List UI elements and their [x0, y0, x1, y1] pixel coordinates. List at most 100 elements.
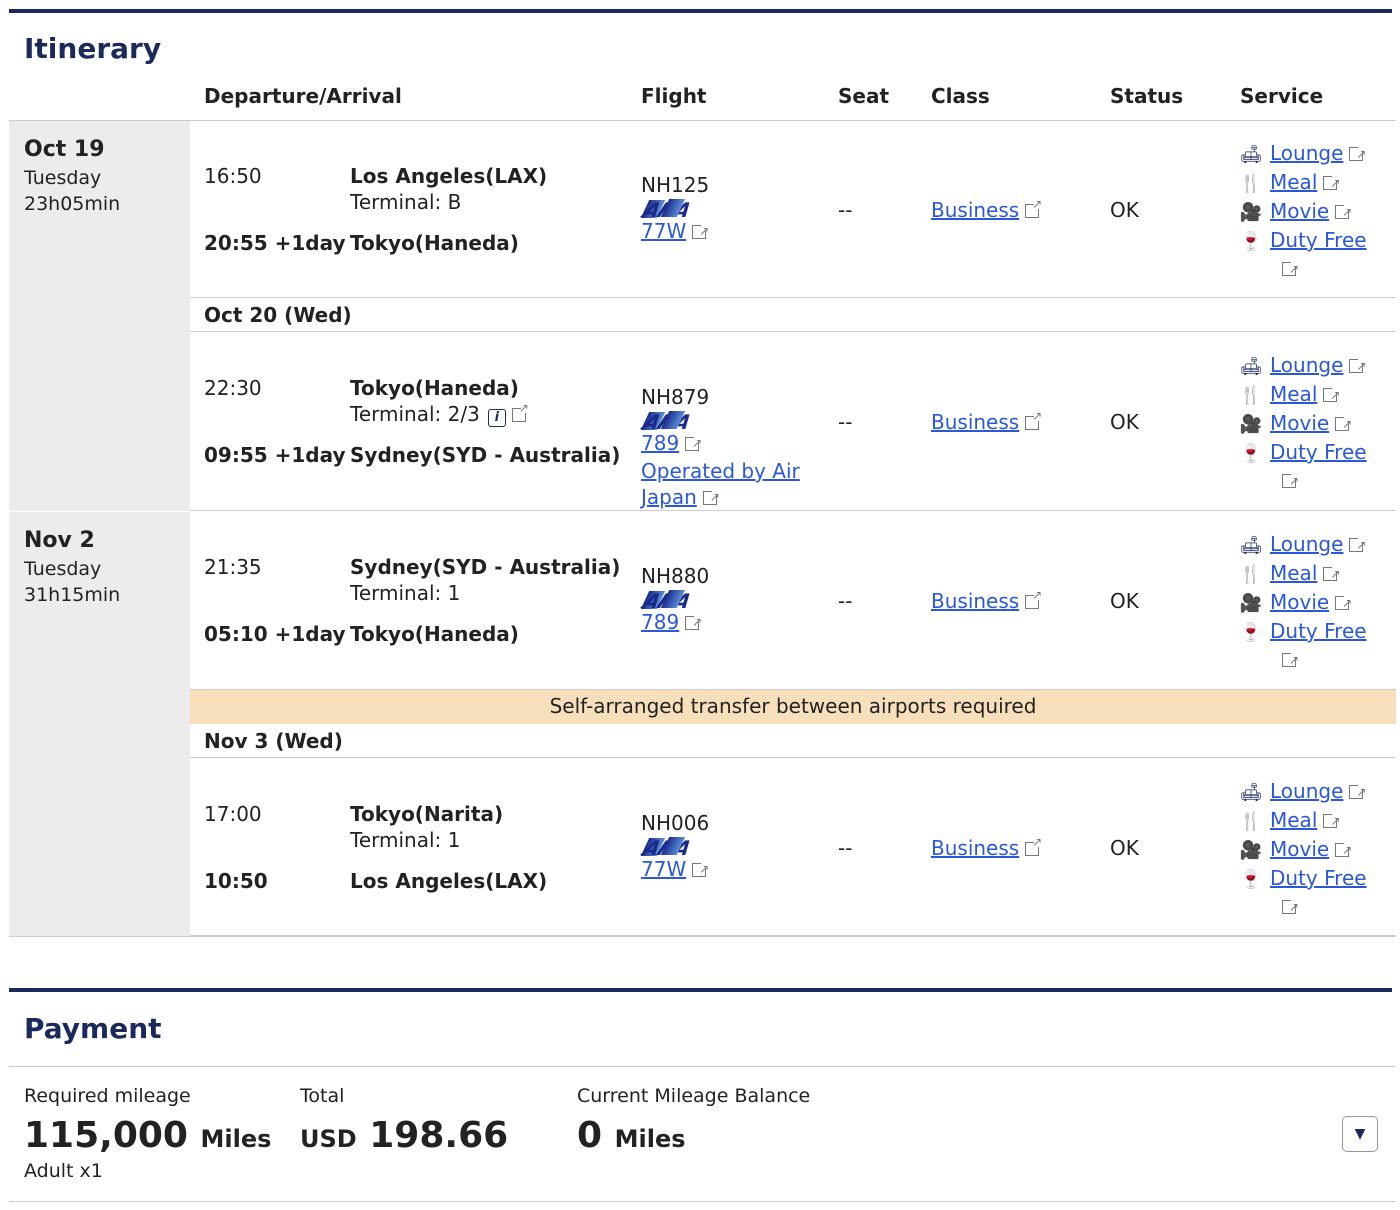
departure-time: 21:35	[204, 555, 262, 579]
service-meal[interactable]: 🍴 Meal	[1238, 168, 1367, 198]
departure-city: Sydney(SYD - Australia)	[350, 555, 621, 579]
group-date: Nov 2	[24, 528, 95, 553]
terminal: Terminal: 2/3 i	[350, 401, 529, 427]
service-lounge[interactable]: 🛋 Lounge	[1238, 351, 1367, 381]
service-link[interactable]: Lounge	[1270, 779, 1343, 803]
external-link-icon[interactable]	[511, 401, 529, 422]
total-label: Total	[300, 1085, 345, 1107]
expand-dropdown-button[interactable]: ▼	[1342, 1116, 1378, 1152]
status: OK	[1110, 410, 1139, 434]
external-link-icon	[685, 430, 702, 456]
duty-free-icon: 🍷	[1239, 443, 1263, 464]
service-duty-free[interactable]: 🍷 Duty Free	[1238, 617, 1367, 646]
external-link-icon[interactable]	[1282, 255, 1299, 284]
service-meal[interactable]: 🍴 Meal	[1238, 559, 1367, 589]
total-value: USD 198.66	[300, 1115, 508, 1156]
external-link-icon[interactable]	[1282, 893, 1299, 922]
service-meal[interactable]: 🍴 Meal	[1238, 806, 1367, 836]
service-movie[interactable]: 🎥 Movie	[1238, 409, 1367, 439]
flight-segment: 21:35 Sydney(SYD - Australia) Terminal: …	[190, 512, 1396, 690]
service-link[interactable]: Lounge	[1270, 141, 1343, 165]
flight-info: NH879 ANA 789 Operated by Air Japan	[639, 384, 826, 510]
aircraft-link[interactable]: 789	[641, 610, 679, 634]
service-link[interactable]: Meal	[1270, 808, 1317, 832]
header-status: Status	[1110, 84, 1184, 108]
required-value: 115,000	[24, 1115, 188, 1156]
class-link[interactable]: Business	[931, 836, 1019, 860]
departure-time: 22:30	[204, 376, 262, 400]
terminal: Terminal: 1	[350, 828, 461, 852]
service-link[interactable]: Meal	[1270, 382, 1317, 406]
trip-group: Oct 19 Tuesday 23h05min	[9, 121, 190, 511]
service-lounge[interactable]: 🛋 Lounge	[1238, 530, 1367, 560]
service-link[interactable]: Lounge	[1270, 532, 1343, 556]
movie-icon: 🎥	[1239, 202, 1263, 223]
service-movie[interactable]: 🎥 Movie	[1238, 197, 1367, 227]
operated-by-link[interactable]: Operated by Air Japan	[641, 458, 826, 510]
required-mileage-value: 115,000 Miles	[24, 1115, 271, 1156]
service-lounge[interactable]: 🛋 Lounge	[1238, 777, 1367, 807]
flight-info: NH125 ANA 77W	[639, 172, 709, 246]
service-link[interactable]: Movie	[1270, 590, 1329, 614]
aircraft-link[interactable]: 77W	[641, 857, 686, 881]
lounge-icon: 🛋	[1239, 535, 1263, 556]
transfer-notice: Self-arranged transfer between airports …	[190, 690, 1396, 724]
payment-title: Payment	[24, 1012, 162, 1045]
external-link-icon[interactable]	[1282, 646, 1299, 675]
service-duty-free[interactable]: 🍷 Duty Free	[1238, 438, 1367, 467]
class-link[interactable]: Business	[931, 198, 1019, 222]
payment-top-border	[9, 988, 1392, 992]
info-icon[interactable]: i	[487, 409, 506, 427]
lounge-icon: 🛋	[1239, 356, 1263, 377]
duty-free-icon: 🍷	[1239, 869, 1263, 890]
service-link[interactable]: Meal	[1270, 561, 1317, 585]
duty-free-icon: 🍷	[1239, 231, 1263, 252]
flight-number: NH879	[641, 385, 710, 409]
service-movie[interactable]: 🎥 Movie	[1238, 835, 1367, 865]
status: OK	[1110, 836, 1139, 860]
arrival-city: Tokyo(Haneda)	[350, 231, 519, 255]
lounge-icon: 🛋	[1239, 782, 1263, 803]
departure-time: 17:00	[204, 802, 262, 826]
group-date: Oct 19	[24, 137, 105, 162]
aircraft-link[interactable]: 789	[641, 431, 679, 455]
flight-segment: 16:50 Los Angeles(LAX) Terminal: B 20:55…	[190, 121, 1396, 298]
service-duty-free[interactable]: 🍷 Duty Free	[1238, 226, 1367, 255]
service-link[interactable]: Lounge	[1270, 353, 1343, 377]
service-duty-free[interactable]: 🍷 Duty Free	[1238, 864, 1367, 893]
external-link-icon	[1025, 409, 1042, 430]
departure-city: Los Angeles(LAX)	[350, 164, 548, 188]
seat: --	[838, 410, 853, 434]
flight-info: NH006 ANA 77W	[639, 810, 710, 884]
service-meal[interactable]: 🍴 Meal	[1238, 380, 1367, 410]
service-link[interactable]: Duty Free	[1270, 619, 1367, 643]
header-service: Service	[1240, 84, 1324, 108]
class-link[interactable]: Business	[931, 589, 1019, 613]
service-list: 🛋 Lounge 🍴 Meal 🎥 Movie 🍷 Duty Free	[1238, 530, 1367, 675]
service-link[interactable]: Duty Free	[1270, 440, 1367, 464]
service-link[interactable]: Movie	[1270, 199, 1329, 223]
seat: --	[838, 836, 853, 860]
group-day: Tuesday	[24, 167, 102, 189]
service-lounge[interactable]: 🛋 Lounge	[1238, 139, 1367, 169]
class-link[interactable]: Business	[931, 410, 1019, 434]
service-link[interactable]: Meal	[1270, 170, 1317, 194]
flight-number: NH006	[641, 811, 710, 835]
duty-free-icon: 🍷	[1239, 622, 1263, 643]
arrival-city: Sydney(SYD - Australia)	[350, 443, 621, 467]
service-link[interactable]: Movie	[1270, 837, 1329, 861]
movie-icon: 🎥	[1239, 840, 1263, 861]
service-movie[interactable]: 🎥 Movie	[1238, 588, 1367, 618]
external-link-icon	[1335, 836, 1352, 865]
service-list: 🛋 Lounge 🍴 Meal 🎥 Movie 🍷 Duty Free	[1238, 139, 1367, 284]
service-list: 🛋 Lounge 🍴 Meal 🎥 Movie 🍷 Duty Free	[1238, 777, 1367, 922]
group-duration: 23h05min	[24, 193, 121, 215]
service-link[interactable]: Duty Free	[1270, 228, 1367, 252]
external-link-icon[interactable]	[1282, 467, 1299, 496]
service-link[interactable]: Movie	[1270, 411, 1329, 435]
aircraft-link[interactable]: 77W	[641, 219, 686, 243]
service-link[interactable]: Duty Free	[1270, 866, 1367, 890]
external-link-icon	[692, 856, 709, 882]
required-unit: Miles	[200, 1125, 272, 1153]
arrival-time: 10:50	[204, 869, 268, 893]
